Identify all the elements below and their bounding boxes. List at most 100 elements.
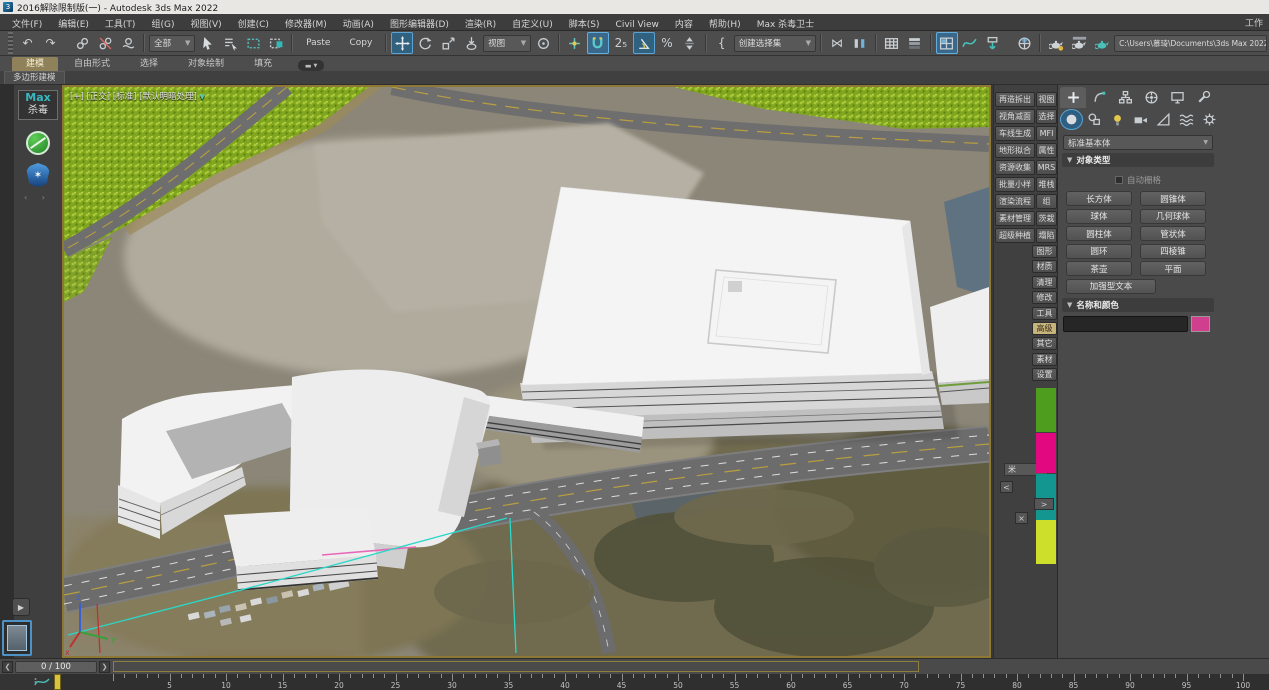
layer-explorer-button[interactable] — [904, 32, 926, 54]
primitive-button-四棱锥[interactable]: 四棱锥 — [1140, 244, 1206, 259]
rollout-name-color[interactable]: ▼名称和颜色 — [1062, 298, 1214, 312]
primitive-button-几何球体[interactable]: 几何球体 — [1140, 209, 1206, 224]
panel-tab-display[interactable] — [1164, 87, 1190, 108]
menu-item-6[interactable]: 修改器(M) — [277, 20, 335, 30]
perspective-viewport[interactable]: [+] [正交] [标准] [默认明暗处理] ▼ — [62, 85, 991, 658]
workspace-label[interactable]: 工作 — [1245, 16, 1265, 29]
next-frame-button[interactable]: ❯ — [99, 661, 110, 673]
plugin-button-组[interactable]: 组 — [1036, 194, 1057, 209]
plugin-swatch-0[interactable] — [1036, 388, 1056, 432]
rendered-frame-window-button[interactable] — [1068, 32, 1090, 54]
primitive-button-球体[interactable]: 球体 — [1066, 209, 1132, 224]
virus-scan-icon[interactable] — [26, 131, 50, 155]
panel-tab-create[interactable] — [1060, 87, 1086, 108]
edit-named-selection-sets-button[interactable]: { — [711, 32, 733, 54]
ribbon-tab-建模[interactable]: 建模 — [12, 57, 58, 71]
mini-curve-editor-icon[interactable] — [33, 675, 51, 689]
autogrid-checkbox[interactable] — [1115, 176, 1123, 184]
select-by-name-button[interactable] — [219, 32, 241, 54]
rollout-object-type[interactable]: ▼对象类型 — [1062, 153, 1214, 167]
frame-ruler[interactable]: 5101520253035404550556065707580859095100 — [56, 674, 1269, 690]
menu-item-12[interactable]: Civil View — [608, 20, 667, 30]
plugin-button-选择[interactable]: 选择 — [1036, 109, 1057, 124]
window-crossing-toggle[interactable] — [265, 32, 287, 54]
project-folder-dropdown[interactable]: C:\Users\慕琦\Documents\3ds Max 2022▼ — [1114, 35, 1267, 52]
plugin-button-素材管理[interactable]: 素材管理 — [995, 211, 1035, 226]
plugin-button-MFI[interactable]: MFI — [1036, 126, 1057, 141]
menu-item-9[interactable]: 渲染(R) — [457, 20, 504, 30]
menu-item-13[interactable]: 内容 — [667, 20, 701, 30]
primitive-button-管状体[interactable]: 管状体 — [1140, 226, 1206, 241]
material-editor-button[interactable] — [1013, 32, 1035, 54]
plugin-button-批量小样[interactable]: 批量小样 — [995, 177, 1035, 192]
plugin-button-图形[interactable]: 图形 — [1032, 245, 1057, 258]
category-space-warps-icon[interactable] — [1175, 109, 1198, 130]
viewport-label-caret-icon[interactable]: ▼ — [199, 93, 204, 101]
category-helpers-icon[interactable] — [1152, 109, 1175, 130]
category-cameras-icon[interactable] — [1129, 109, 1152, 130]
unlink-selection-button[interactable] — [94, 32, 116, 54]
plugin-button-设置[interactable]: 设置 — [1032, 368, 1057, 381]
rectangular-selection-region-button[interactable] — [242, 32, 264, 54]
plugin-button-塌陷[interactable]: 塌陷 — [1036, 228, 1057, 243]
menu-item-8[interactable]: 图形编辑器(D) — [382, 20, 457, 30]
select-and-link-button[interactable] — [71, 32, 93, 54]
plugin-swatch-1[interactable] — [1036, 433, 1056, 473]
panel-tab-utilities[interactable] — [1190, 87, 1216, 108]
select-and-rotate-button[interactable] — [414, 32, 436, 54]
time-slider-track[interactable] — [113, 661, 919, 672]
timeline-playhead[interactable] — [54, 674, 61, 690]
reference-coordinate-dropdown[interactable]: 视图▼ — [483, 35, 531, 52]
plugin-button-堆栈[interactable]: 堆栈 — [1036, 177, 1057, 192]
menu-item-15[interactable]: Max 杀毒卫士 — [749, 20, 822, 30]
selection-filter-dropdown[interactable]: 全部▼ — [149, 35, 195, 52]
plugin-button-超级种植[interactable]: 超级种植 — [995, 228, 1035, 243]
select-object-button[interactable] — [196, 32, 218, 54]
menu-item-11[interactable]: 脚本(S) — [561, 20, 608, 30]
plugin-button-视角减面[interactable]: 视角减面 — [995, 109, 1035, 124]
prev-frame-button[interactable]: ❮ — [2, 661, 13, 673]
select-and-place-button[interactable] — [460, 32, 482, 54]
plugin-button-工具[interactable]: 工具 — [1032, 307, 1057, 320]
use-pivot-center-button[interactable] — [532, 32, 554, 54]
category-lights-icon[interactable] — [1106, 109, 1129, 130]
primitive-button-圆环[interactable]: 圆环 — [1066, 244, 1132, 259]
menu-item-2[interactable]: 工具(T) — [97, 20, 144, 30]
media-button[interactable]: ▬ ▼ — [298, 60, 324, 71]
viewport-3d-scene[interactable]: z y x — [64, 87, 989, 656]
plugin-button-MRS[interactable]: MRS — [1036, 160, 1057, 175]
menu-item-14[interactable]: 帮助(H) — [701, 20, 749, 30]
toolbar-handle[interactable] — [8, 32, 13, 54]
frame-display[interactable]: 0 / 100 — [15, 661, 97, 673]
select-and-move-button[interactable] — [391, 32, 413, 54]
object-name-field[interactable] — [1063, 316, 1188, 332]
panel-tab-modify[interactable] — [1086, 87, 1112, 108]
menu-item-4[interactable]: 视图(V) — [182, 20, 229, 30]
snap-toggle-button[interactable] — [587, 32, 609, 54]
plugin-button-车线生成[interactable]: 车线生成 — [995, 126, 1035, 141]
primitive-button-圆柱体[interactable]: 圆柱体 — [1066, 226, 1132, 241]
plugin-button-渲染流程[interactable]: 渲染流程 — [995, 194, 1035, 209]
mirror-button[interactable]: ⋈ — [826, 32, 848, 54]
shield-icon[interactable]: ✶ — [26, 163, 50, 187]
plugin-button-材质[interactable]: 材质 — [1032, 260, 1057, 273]
ribbon-tab-自由形式[interactable]: 自由形式 — [60, 57, 124, 71]
plugin-close-button[interactable]: × — [1015, 512, 1028, 524]
primitive-category-dropdown[interactable]: 标准基本体▼ — [1063, 135, 1213, 150]
plugin-button-高级[interactable]: 高级 — [1032, 322, 1057, 335]
primitive-button-平面[interactable]: 平面 — [1140, 261, 1206, 276]
primitive-button-圆锥体[interactable]: 圆锥体 — [1140, 191, 1206, 206]
plugin-prev-button[interactable]: < — [1000, 481, 1013, 493]
plugin-button-茨栽[interactable]: 茨栽 — [1036, 211, 1057, 226]
sidebar-arrows[interactable]: ‹ › — [24, 193, 51, 202]
object-color-swatch[interactable] — [1191, 316, 1210, 332]
copy-button[interactable]: Copy — [340, 34, 381, 52]
category-geometry-icon[interactable] — [1060, 109, 1083, 130]
viewport-layout-tab[interactable] — [2, 620, 32, 656]
plugin-button-视图[interactable]: 视图 — [1036, 92, 1057, 107]
percent-snap-button[interactable]: % — [656, 32, 678, 54]
render-production-button[interactable] — [1091, 32, 1113, 54]
category-shapes-icon[interactable] — [1083, 109, 1106, 130]
menu-item-1[interactable]: 编辑(E) — [50, 20, 97, 30]
category-systems-icon[interactable] — [1198, 109, 1221, 130]
